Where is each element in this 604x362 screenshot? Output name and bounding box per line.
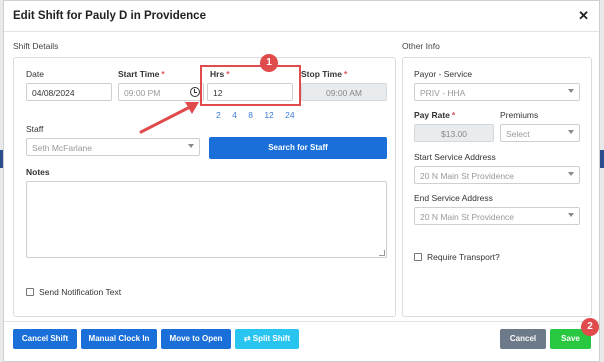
hrs-option-4[interactable]: 4	[232, 110, 237, 120]
edit-shift-modal: Edit Shift for Pauly D in Providence ✕ S…	[3, 0, 600, 362]
hrs-option-12[interactable]: 12	[264, 110, 273, 120]
premiums-value: Select	[506, 129, 530, 139]
manual-clock-in-button[interactable]: Manual Clock In	[81, 329, 157, 349]
pay-rate-label: Pay Rate *	[414, 110, 456, 120]
send-notification-checkbox[interactable]	[26, 288, 34, 296]
required-mark: *	[451, 110, 456, 120]
split-shift-label: Split Shift	[252, 334, 291, 343]
chevron-down-icon	[568, 89, 574, 93]
step-1-badge: 1	[260, 54, 278, 72]
stop-time-label: Stop Time *	[301, 69, 348, 79]
start-address-label: Start Service Address	[414, 152, 496, 162]
hrs-highlight-box	[200, 65, 301, 106]
chevron-down-icon	[568, 130, 574, 134]
date-input[interactable]: 04/08/2024	[26, 83, 112, 101]
start-time-label: Start Time *	[118, 69, 165, 79]
cancel-shift-button[interactable]: Cancel Shift	[13, 329, 77, 349]
other-info-heading: Other Info	[402, 41, 440, 51]
require-transport-checkbox[interactable]	[414, 253, 422, 261]
modal-header: Edit Shift for Pauly D in Providence ✕	[4, 1, 599, 32]
search-staff-button[interactable]: Search for Staff	[209, 137, 387, 159]
chevron-down-icon	[568, 213, 574, 217]
end-address-value: 20 N Main St Providence	[420, 212, 515, 222]
shuffle-icon: ⇄	[243, 334, 253, 343]
end-address-label: End Service Address	[414, 193, 493, 203]
split-shift-button[interactable]: ⇄ Split Shift	[235, 329, 299, 349]
close-icon[interactable]: ✕	[578, 8, 589, 24]
payor-service-label: Payor - Service	[414, 69, 473, 79]
resize-handle[interactable]	[379, 250, 385, 256]
hrs-option-2[interactable]: 2	[216, 110, 221, 120]
required-mark: *	[161, 69, 165, 79]
premiums-select[interactable]: Select	[500, 124, 580, 142]
staff-select[interactable]: Seth McFarlane	[26, 138, 200, 156]
start-time-value: 09:00 PM	[124, 88, 161, 98]
move-to-open-button[interactable]: Move to Open	[161, 329, 231, 349]
start-address-value: 20 N Main St Providence	[420, 171, 515, 181]
hrs-option-8[interactable]: 8	[248, 110, 253, 120]
payor-service-value: PRIV - HHA	[420, 88, 466, 98]
clock-icon[interactable]	[190, 87, 200, 97]
notes-label: Notes	[26, 167, 50, 177]
hrs-option-24[interactable]: 24	[285, 110, 294, 120]
other-info-panel: Payor - Service PRIV - HHA Pay Rate * $13…	[402, 57, 592, 317]
pay-rate-input: $13.00	[414, 124, 494, 142]
chevron-down-icon	[568, 172, 574, 176]
require-transport-label: Require Transport?	[427, 252, 500, 262]
step-2-badge: 2	[581, 318, 599, 336]
send-notification-label: Send Notification Text	[39, 287, 122, 297]
payor-service-select[interactable]: PRIV - HHA	[414, 83, 580, 101]
hrs-quick-options: 2 4 8 12 24	[216, 110, 304, 120]
start-address-select[interactable]: 20 N Main St Providence	[414, 166, 580, 184]
stop-time-input: 09:00 AM	[301, 83, 387, 101]
date-label: Date	[26, 69, 44, 79]
required-mark: *	[343, 69, 348, 79]
modal-title: Edit Shift for Pauly D in Providence	[13, 10, 206, 22]
shift-details-heading: Shift Details	[13, 41, 59, 51]
background-nav-stripe-right	[600, 150, 604, 168]
notes-textarea[interactable]	[26, 181, 387, 258]
background-edge-right	[600, 0, 604, 362]
chevron-down-icon	[188, 144, 194, 148]
stop-time-value: 09:00 AM	[326, 88, 362, 98]
footer-divider	[4, 321, 599, 322]
end-address-select[interactable]: 20 N Main St Providence	[414, 207, 580, 225]
cancel-button[interactable]: Cancel	[500, 329, 546, 349]
staff-value: Seth McFarlane	[32, 143, 92, 153]
start-time-input[interactable]: 09:00 PM	[118, 83, 204, 101]
pay-rate-value: $13.00	[441, 129, 467, 139]
staff-label: Staff	[26, 124, 44, 134]
date-value: 04/08/2024	[32, 88, 75, 98]
premiums-label: Premiums	[500, 110, 539, 120]
